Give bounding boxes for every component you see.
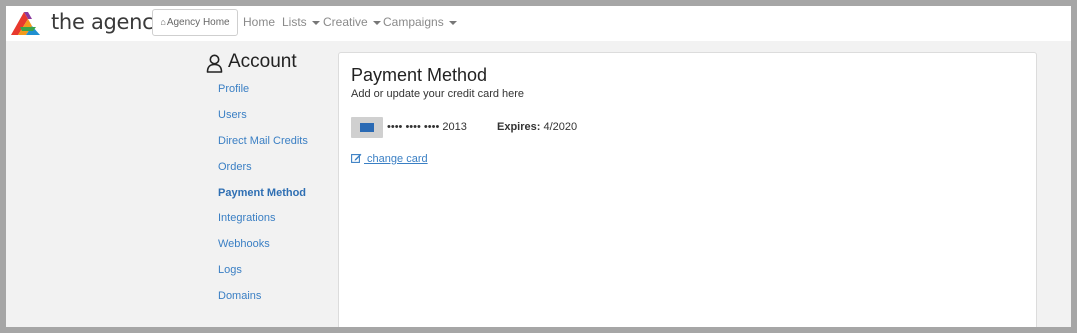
sidebar-item-users[interactable]: Users: [218, 109, 247, 121]
payment-method-panel: Payment Method Add or update your credit…: [338, 52, 1037, 327]
card-expiry: Expires: 4/2020: [497, 121, 577, 133]
panel-title: Payment Method: [351, 65, 488, 85]
agency-home-label: Agency Home: [166, 17, 230, 28]
nav-campaigns-label: Campaigns: [383, 15, 444, 29]
chevron-down-icon: [311, 20, 320, 25]
chevron-down-icon: [372, 20, 381, 25]
panel-subtitle: Add or update your credit card here: [351, 88, 525, 100]
sidebar-item-domains[interactable]: Domains: [218, 290, 261, 302]
nav-creative-label: Creative: [323, 15, 368, 29]
nav-campaigns[interactable]: Campaigns: [383, 15, 457, 29]
sidebar-item-profile[interactable]: Profile: [218, 83, 249, 95]
nav-home-label: Home: [243, 15, 276, 29]
app-frame: the agency ⌂Agency Home Home Lists Creat…: [6, 6, 1071, 327]
nav-creative[interactable]: Creative: [323, 15, 381, 29]
agency-home-button[interactable]: ⌂Agency Home: [152, 9, 238, 36]
account-title: Account: [228, 51, 297, 72]
sidebar-item-logs[interactable]: Logs: [218, 264, 242, 276]
home-icon: ⌂: [160, 17, 166, 27]
sidebar-item-orders[interactable]: Orders: [218, 161, 252, 173]
top-navbar: the agency ⌂Agency Home Home Lists Creat…: [6, 6, 1071, 41]
change-card-label: change card: [364, 153, 428, 165]
nav-home[interactable]: Home: [243, 15, 275, 29]
edit-icon: [351, 153, 362, 163]
chevron-down-icon: [448, 20, 457, 25]
nav-lists-label: Lists: [282, 15, 307, 29]
sidebar-item-direct-mail-credits[interactable]: Direct Mail Credits: [218, 135, 308, 147]
sidebar-item-integrations[interactable]: Integrations: [218, 212, 275, 224]
amex-card-icon: [351, 117, 383, 138]
sidebar-item-payment-method[interactable]: Payment Method: [218, 187, 306, 199]
card-number: •••• •••• •••• 2013: [387, 121, 467, 133]
sidebar-item-webhooks[interactable]: Webhooks: [218, 238, 270, 250]
card-logo-mark: [360, 123, 374, 132]
change-card-link[interactable]: change card: [351, 153, 428, 165]
brand-name: the agency: [51, 10, 166, 34]
user-icon: [206, 54, 223, 73]
agency-logo-icon: [11, 12, 40, 35]
nav-lists[interactable]: Lists: [282, 15, 320, 29]
expires-label: Expires:: [497, 121, 541, 133]
expires-value: 4/2020: [543, 121, 578, 133]
